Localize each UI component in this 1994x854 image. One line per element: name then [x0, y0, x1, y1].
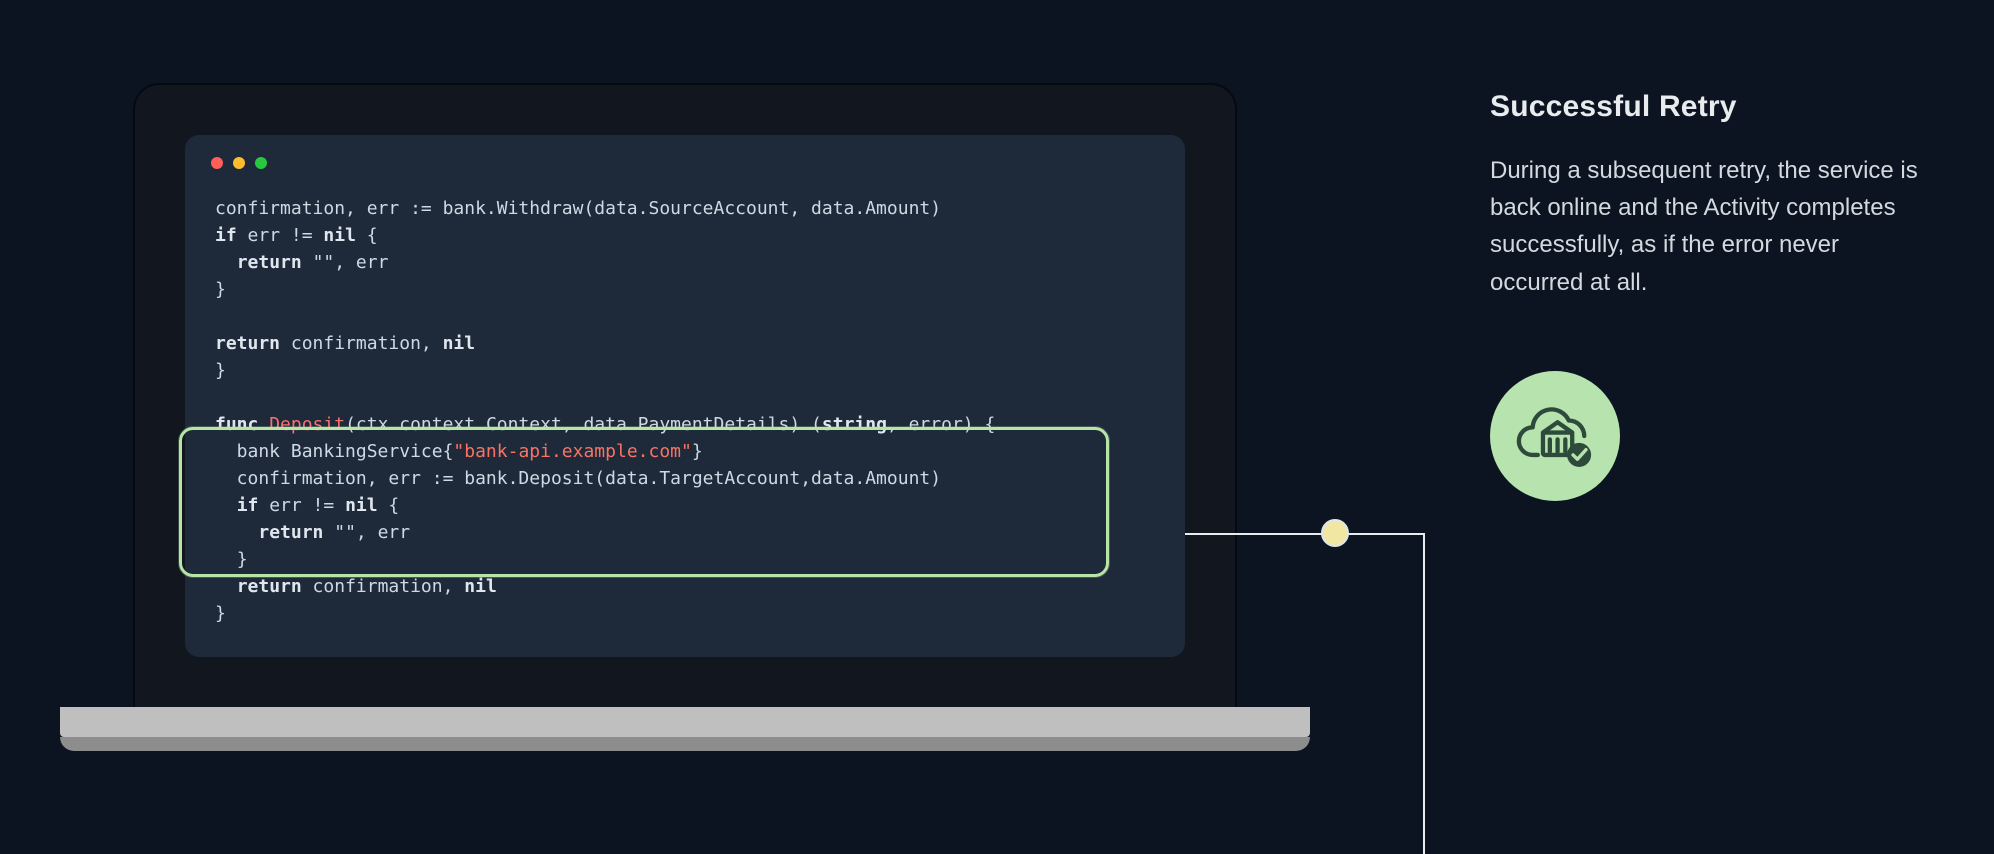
code-text: "" — [313, 252, 335, 273]
code-text: , err — [356, 522, 410, 543]
cloud-bank-check-icon — [1512, 393, 1598, 479]
sidebar-body: During a subsequent retry, the service i… — [1490, 152, 1930, 301]
keyword-if: if — [215, 225, 237, 246]
laptop-base — [60, 707, 1310, 737]
code-text: err != — [237, 225, 324, 246]
code-window: confirmation, err := bank.Withdraw(data.… — [185, 135, 1185, 657]
code-text: } — [692, 441, 703, 462]
keyword-nil: nil — [464, 576, 497, 597]
code-text: } — [215, 279, 226, 300]
keyword-return: return — [258, 522, 323, 543]
keyword-func: func — [215, 414, 258, 435]
sidebar-title: Successful Retry — [1490, 90, 1930, 124]
code-text: "" — [334, 522, 356, 543]
connector-node-icon — [1321, 519, 1349, 547]
minimize-icon — [233, 157, 245, 169]
type-string: string — [822, 414, 887, 435]
keyword-return: return — [237, 576, 302, 597]
window-traffic-lights — [211, 157, 1155, 169]
keyword-nil: nil — [443, 333, 476, 354]
close-icon — [211, 157, 223, 169]
code-text: { — [378, 495, 400, 516]
keyword-return: return — [237, 252, 302, 273]
success-badge — [1490, 371, 1620, 501]
laptop-screen: confirmation, err := bank.Withdraw(data.… — [135, 85, 1235, 707]
code-text: } — [215, 603, 226, 624]
keyword-nil: nil — [345, 495, 378, 516]
zoom-icon — [255, 157, 267, 169]
code-text: } — [215, 360, 226, 381]
explainer-sidebar: Successful Retry During a subsequent ret… — [1490, 90, 1930, 501]
code-text: , err — [334, 252, 388, 273]
code-line: confirmation, err := bank.Deposit(data.T… — [215, 468, 941, 489]
keyword-return: return — [215, 333, 280, 354]
code-text: , error) { — [887, 414, 995, 435]
keyword-nil: nil — [323, 225, 356, 246]
code-text: (ctx context.Context, data PaymentDetail… — [345, 414, 822, 435]
code-text: confirmation, — [302, 576, 465, 597]
func-name-deposit: Deposit — [269, 414, 345, 435]
code-text: err != — [258, 495, 345, 516]
code-text: { — [356, 225, 378, 246]
string-literal: "bank-api.example.com" — [453, 441, 691, 462]
code-text: confirmation, — [280, 333, 443, 354]
keyword-if: if — [237, 495, 259, 516]
code-text: } — [237, 549, 248, 570]
code-line: confirmation, err := bank.Withdraw(data.… — [215, 198, 941, 219]
code-block: confirmation, err := bank.Withdraw(data.… — [215, 195, 1155, 627]
laptop-mock: confirmation, err := bank.Withdraw(data.… — [100, 85, 1270, 737]
code-text: bank BankingService{ — [215, 441, 453, 462]
